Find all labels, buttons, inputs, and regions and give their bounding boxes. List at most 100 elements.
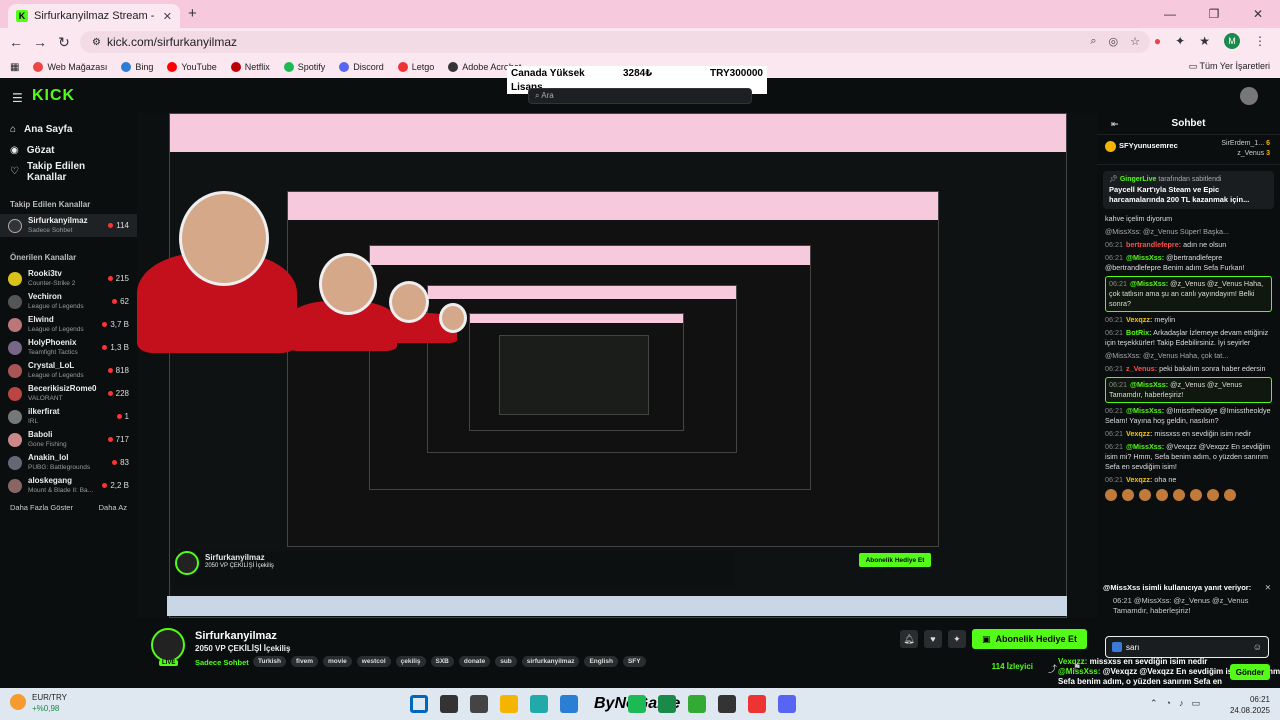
taskbar-app-icon[interactable] (778, 695, 796, 713)
zoom-icon[interactable]: ⌕ (1090, 35, 1096, 48)
site-info-icon[interactable]: ⚙ (92, 37, 101, 48)
kick-logo[interactable]: KICK (32, 87, 75, 105)
chat-message[interactable]: 06:21 @MissXss: @bertrandlefepre @bertran… (1105, 253, 1272, 273)
show-less-link[interactable]: Daha Az (99, 503, 127, 512)
taskbar-app-icon[interactable] (628, 695, 646, 713)
network-icon[interactable]: ◔ (1166, 698, 1171, 709)
minimize-button[interactable]: — (1148, 0, 1192, 28)
stream-tag[interactable]: donate (458, 656, 491, 667)
followed-channel-item[interactable]: Sirfurkanyilmaz Sadece Sohbet 114 (0, 214, 137, 237)
emoji-icon[interactable]: ☺ (1253, 642, 1262, 652)
bookmark-item[interactable]: Spotify (283, 62, 325, 72)
recommended-channel-item[interactable]: Anakin_lol PUBG: Battlegrounds 83 (0, 451, 137, 474)
close-window-button[interactable]: ✕ (1236, 0, 1280, 28)
stream-category[interactable]: Sadece Sohbet (195, 658, 249, 667)
bell-icon[interactable]: 🔔︎ (899, 630, 918, 648)
forward-arrow-icon[interactable]: → (28, 34, 52, 50)
emote-icon[interactable] (1105, 489, 1117, 501)
back-arrow-icon[interactable]: ← (4, 34, 28, 50)
all-bookmarks[interactable]: ▭ Tüm Yer İşaretleri (1189, 61, 1270, 72)
speaker-icon[interactable]: ♪ (1179, 698, 1184, 709)
stream-tag[interactable]: SXB (430, 656, 454, 667)
stream-tag[interactable]: sirfurkanyilmaz (521, 656, 580, 667)
eye-off-icon[interactable]: ◎ (1109, 35, 1119, 48)
browser-tab[interactable]: K Sirfurkanyilmaz Stream - Watch ✕ (8, 4, 180, 28)
taskbar-app-icon[interactable] (440, 695, 458, 713)
message-user[interactable]: Vexqzz: (1126, 475, 1152, 484)
message-user[interactable]: @MissXss: (1126, 442, 1164, 451)
chat-message[interactable]: 06:21 Vexqzz: oha ne (1105, 475, 1272, 485)
send-button[interactable]: Gönder (1230, 664, 1270, 680)
chat-message[interactable]: 06:21 @MissXss: @Imisstheoldye @Imisstheo… (1105, 406, 1272, 426)
extra-icon[interactable]: ✦ (947, 630, 966, 648)
message-user[interactable]: @MissXss: (1130, 380, 1168, 389)
message-user[interactable]: @MissXss: (1126, 253, 1164, 262)
tab-close-icon[interactable]: ✕ (163, 10, 172, 23)
url-omnibox[interactable]: ⚙ kick.com/sirfurkanyilmaz ⌕ ◎ ☆ (80, 31, 1150, 53)
new-tab-button[interactable]: + (188, 5, 197, 22)
bookmark-item[interactable]: Web Mağazası (33, 62, 107, 72)
chat-message[interactable]: 06:21 z_Venus: peki bakalım sonra haber e… (1105, 364, 1272, 374)
taskbar-app-icon[interactable] (500, 695, 518, 713)
reading-list-icon[interactable]: ★ (1199, 34, 1210, 48)
bookmark-item[interactable]: YouTube (167, 62, 217, 72)
recommended-channel-item[interactable]: Vechiron League of Legends 62 (0, 290, 137, 313)
chat-message[interactable]: 06:21 Vexqzz: meylin (1105, 315, 1272, 325)
recommended-channel-item[interactable]: Rooki3tv Counter-Strike 2 215 (0, 267, 137, 290)
profile-avatar[interactable]: M (1224, 33, 1240, 49)
recommended-channel-item[interactable]: Crystal_LoL League of Legends 818 (0, 359, 137, 382)
recommended-channel-item[interactable]: Baboli Gone Fishing 717 (0, 428, 137, 451)
message-user[interactable]: Vexqzz: (1126, 315, 1152, 324)
bynogame-logo[interactable]: ByNoGame (594, 695, 680, 713)
star-bookmark-icon[interactable]: ☆ (1130, 35, 1140, 48)
chat-message[interactable]: 06:21 @MissXss: @Vexqzz @Vexqzz En sevdiğ… (1105, 442, 1272, 472)
stream-tag[interactable]: English (584, 656, 618, 667)
maximize-button[interactable]: ❐ (1192, 0, 1236, 28)
emote-icon[interactable] (1173, 489, 1185, 501)
emote-icon[interactable] (1156, 489, 1168, 501)
taskbar-app-icon[interactable] (530, 695, 548, 713)
taskbar-app-icon[interactable] (748, 695, 766, 713)
taskbar-app-icon[interactable] (560, 695, 578, 713)
apps-grid-icon[interactable]: ▦ (10, 62, 19, 73)
message-user[interactable]: z_Venus: (1126, 364, 1157, 373)
recommended-channel-item[interactable]: aloskegang Mount & Blade II: Ba... 2,2 B (0, 474, 137, 497)
emote-icon[interactable] (1139, 489, 1151, 501)
chat-message[interactable]: 06:21 Vexqzz: missxss en sevdiğin isim ne… (1105, 429, 1272, 439)
stream-tag[interactable]: Turkish (253, 656, 286, 667)
chevron-up-icon[interactable]: ⌃ (1150, 698, 1158, 709)
reload-icon[interactable]: ↻ (52, 34, 76, 51)
bookmark-item[interactable]: Netflix (230, 62, 270, 72)
search-input[interactable]: ⌕ Ara (528, 88, 752, 104)
streamer-avatar[interactable] (151, 628, 185, 662)
extension-color-icon[interactable]: ● (1154, 34, 1161, 48)
video-player[interactable]: Sirfurkanyilmaz 2050 VP ÇEKİLİŞİ İçekili… (137, 113, 1097, 618)
share-icon[interactable]: ⤴ (1048, 662, 1057, 675)
stream-tag[interactable]: SFY (622, 656, 646, 667)
heart-follow-icon[interactable]: ♥ (923, 630, 942, 648)
taskbar-app-icon[interactable] (658, 695, 676, 713)
message-user[interactable]: @MissXss: (1130, 279, 1168, 288)
taskbar-app-icon[interactable] (718, 695, 736, 713)
recommended-channel-item[interactable]: BecerikisizRome0 VALORANT 228 (0, 382, 137, 405)
bookmark-item[interactable]: Letgo (397, 62, 434, 72)
browser-menu-icon[interactable]: ⋮ (1254, 34, 1266, 48)
user-avatar[interactable] (1240, 87, 1258, 105)
stream-tag[interactable]: çekiliş (395, 656, 426, 667)
currency-widget[interactable]: EUR/TRY +%0,98 (10, 692, 67, 714)
bookmark-item[interactable]: Discord (339, 62, 384, 72)
emote-icon[interactable] (1224, 489, 1236, 501)
chat-message[interactable]: 06:21 @MissXss: @z_Venus @z_Venus Haha, ç… (1105, 276, 1272, 312)
chat-message[interactable]: 06:21 BotRix: Arkadaşlar İzlemeye devam e… (1105, 328, 1272, 348)
stream-tag[interactable]: sub (495, 656, 517, 667)
clock[interactable]: 06:21 24.08.2025 (1230, 694, 1270, 716)
hamburger-menu-icon[interactable]: ☰ (12, 91, 23, 105)
recommended-channel-item[interactable]: Elwind League of Legends 3,7 B (0, 313, 137, 336)
stream-tag[interactable]: westcol (356, 656, 391, 667)
battery-icon[interactable]: ▭ (1191, 698, 1200, 709)
bookmark-item[interactable]: Bing (121, 62, 153, 72)
message-user[interactable]: Vexqzz: (1126, 429, 1152, 438)
stream-tag[interactable]: movie (322, 656, 352, 667)
emote-icon[interactable] (1207, 489, 1219, 501)
nav-following[interactable]: ♡ Takip Edilen Kanallar (0, 161, 137, 183)
